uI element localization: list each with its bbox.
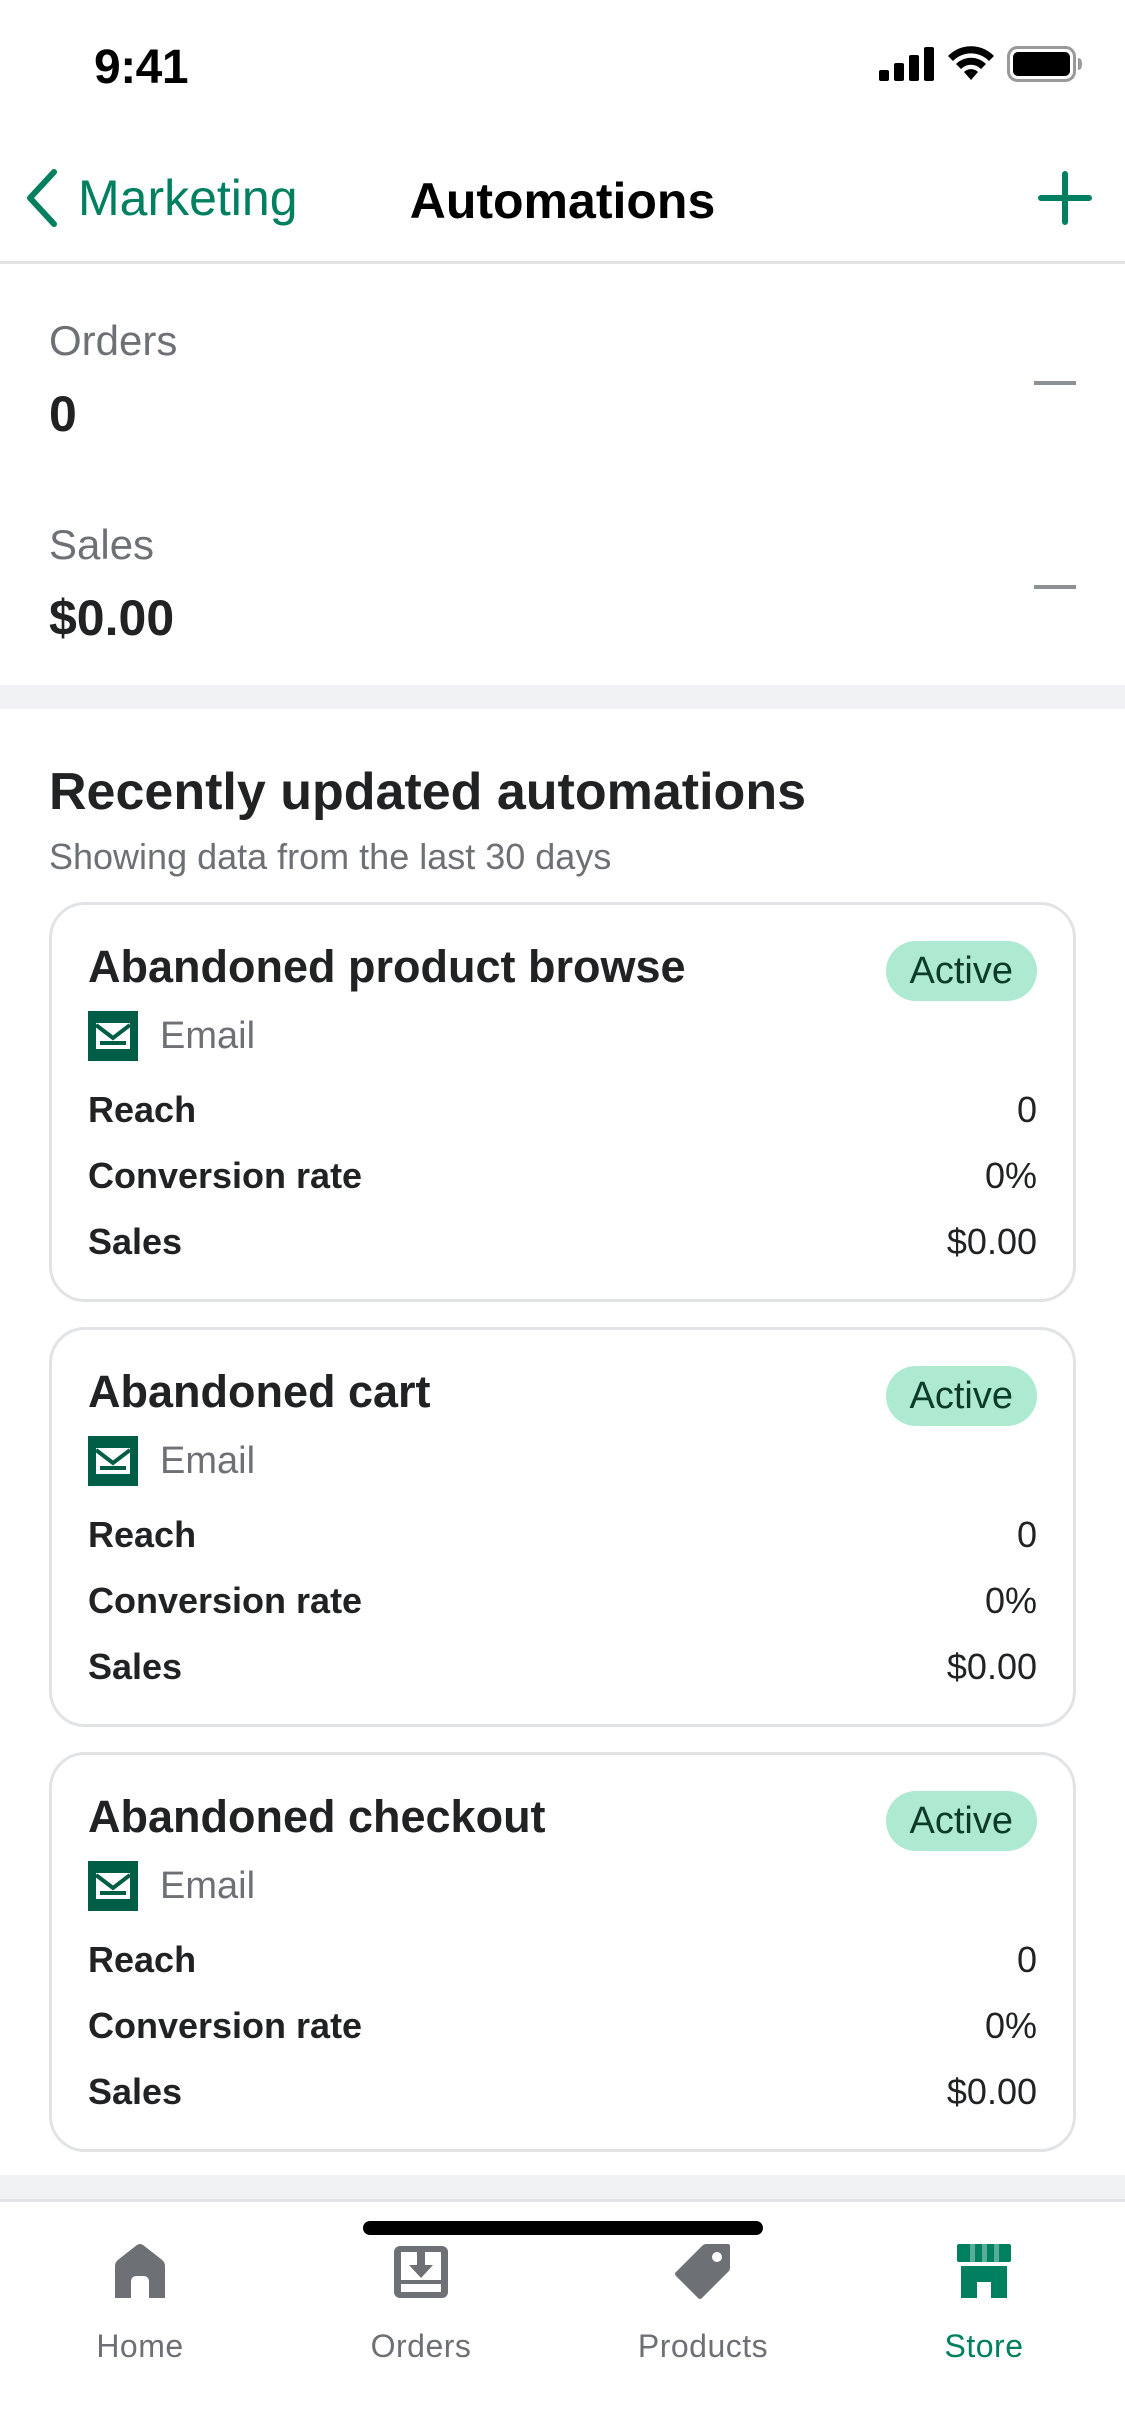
automation-title: Abandoned checkout [88,1791,546,1842]
stat-row-sales: Sales $0.00 [88,2067,1037,2117]
tag-icon [675,2244,730,2299]
tab-label: Home [96,2328,184,2364]
section-divider [0,685,1125,709]
stat-row-sales: Sales $0.00 [88,1217,1037,1267]
email-icon [88,1436,138,1486]
stat-label: Conversion rate [88,2005,363,2046]
stat-value: 0% [984,2005,1037,2046]
automation-card[interactable]: Abandoned product browse Active Email Re… [49,902,1076,1302]
automation-card[interactable]: Abandoned cart Active Email Reach 0 Conv… [49,1327,1076,1727]
stat-value: $0.00 [946,1646,1037,1687]
channel: Email [88,1011,255,1061]
sparkline-placeholder [1034,381,1076,385]
store-icon [957,2244,1011,2298]
stat-value: 0 [1016,1939,1037,1980]
channel: Email [88,1861,255,1911]
tab-products[interactable]: Products [583,2238,823,2365]
stat-row-sales: Sales $0.00 [88,1642,1037,1692]
channel: Email [88,1436,255,1486]
stat-row-reach: Reach 0 [88,1935,1037,1985]
section-subheading: Showing data from the last 30 days [49,836,612,877]
stat-value: 0 [1016,1089,1037,1130]
stat-row-conversion-rate: Conversion rate 0% [88,2001,1037,2051]
status-badge: Active [885,941,1037,1001]
tab-store[interactable]: Store [864,2238,1104,2365]
stat-row-conversion-rate: Conversion rate 0% [88,1576,1037,1626]
status-badge: Active [885,1791,1037,1851]
tab-label: Orders [370,2328,472,2364]
section-heading: Recently updated automations [49,763,806,821]
metrics-summary: Orders 0 Sales $0.00 [0,267,1125,685]
sparkline-placeholder [1034,585,1076,589]
cellular-signal-icon [879,47,934,81]
battery-icon [1007,46,1082,82]
automation-title: Abandoned cart [88,1366,431,1417]
stat-label: Sales [88,1646,183,1687]
automation-title: Abandoned product browse [88,941,686,992]
status-time: 9:41 [94,41,189,94]
stat-row-reach: Reach 0 [88,1085,1037,1135]
tab-label: Store [944,2328,1024,2364]
metric-value: $0.00 [49,590,175,646]
tab-orders[interactable]: Orders [301,2238,541,2365]
automation-card[interactable]: Abandoned checkout Active Email Reach 0 … [49,1752,1076,2152]
stat-row-reach: Reach 0 [88,1510,1037,1560]
stat-label: Conversion rate [88,1580,363,1621]
status-badge: Active [885,1366,1037,1426]
status-icons [879,46,1083,82]
channel-label: Email [160,1439,256,1482]
channel-label: Email [160,1864,256,1907]
stat-label: Conversion rate [88,1155,363,1196]
email-icon [88,1861,138,1911]
page-title: Automations [409,173,716,229]
stat-value: $0.00 [946,1221,1037,1262]
stat-label: Reach [88,1514,197,1555]
stat-value: 0 [1016,1514,1037,1555]
home-icon [115,2244,165,2298]
stat-label: Sales [88,1221,183,1262]
add-icon[interactable] [1035,168,1095,228]
stat-label: Sales [88,2071,183,2112]
orders-inbox-icon [394,2246,448,2298]
tab-label: Products [637,2328,769,2364]
metric-orders: Orders 0 [49,267,1076,457]
metric-label: Sales [49,521,155,568]
channel-label: Email [160,1014,256,1057]
metric-value: 0 [49,386,77,442]
navigation-bar: Marketing Automations [0,132,1125,264]
stat-label: Reach [88,1089,197,1130]
stat-row-conversion-rate: Conversion rate 0% [88,1151,1037,1201]
stat-value: 0% [984,1155,1037,1196]
wifi-icon [948,46,994,80]
section-divider [0,2175,1125,2199]
stat-value: 0% [984,1580,1037,1621]
status-bar: 9:41 [0,0,1125,132]
email-icon [88,1011,138,1061]
tab-home[interactable]: Home [20,2238,260,2365]
metric-sales: Sales $0.00 [49,471,1076,661]
stat-value: $0.00 [946,2071,1037,2112]
stat-label: Reach [88,1939,197,1980]
home-indicator [363,2221,763,2235]
metric-label: Orders [49,317,178,364]
